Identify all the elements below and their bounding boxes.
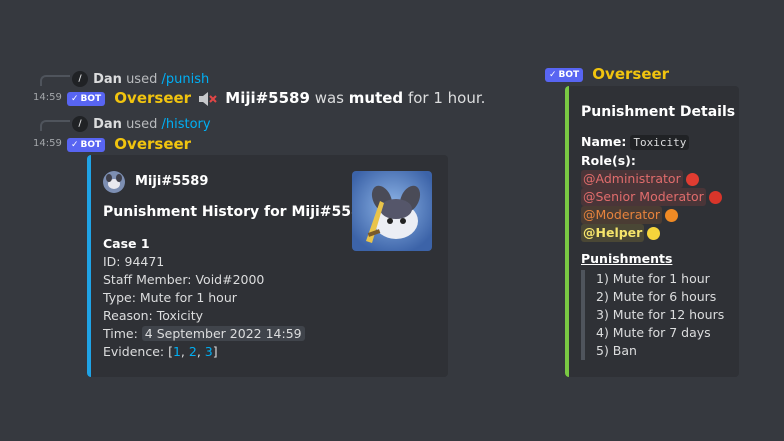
bot-badge: ✓ BOT — [67, 137, 106, 152]
lemon-icon — [647, 227, 661, 240]
reply-used-text: used — [126, 72, 158, 87]
reply-command[interactable]: /history — [161, 117, 210, 132]
case-block: Case 1 ID: 94471 Staff Member: Void#2000… — [103, 235, 305, 361]
check-icon: ✓ — [71, 93, 79, 104]
apple-icon — [708, 191, 722, 204]
role-moderator[interactable]: @Moderator — [581, 206, 724, 224]
author-name[interactable]: Overseer — [592, 65, 669, 83]
list-item: 5) Ban — [596, 343, 637, 358]
case-time-value[interactable]: 4 September 2022 14:59 — [141, 326, 305, 341]
check-icon: ✓ — [71, 139, 79, 150]
embed-author-name[interactable]: Miji#5589 — [135, 174, 208, 189]
role-helper[interactable]: @Helper — [581, 224, 724, 242]
reply-user[interactable]: Dan — [93, 117, 122, 132]
author-name[interactable]: Overseer — [114, 135, 191, 153]
embed-accent-bar — [87, 155, 91, 377]
reply-used-text: used — [126, 117, 158, 132]
reply-command[interactable]: /punish — [161, 72, 209, 87]
mentioned-user[interactable]: Miji#5589 — [225, 89, 310, 107]
list-item: 3) Mute for 12 hours — [596, 307, 725, 322]
name-label: Name: — [581, 134, 627, 149]
reply-connector — [40, 120, 70, 131]
case-title: Case 1 — [103, 236, 150, 251]
evidence-link-2[interactable]: 2 — [189, 344, 197, 359]
message-text-was: was — [314, 89, 344, 107]
message-text-tail: for 1 hour. — [407, 89, 486, 107]
list-item: 2) Mute for 6 hours — [596, 289, 717, 304]
reply-context[interactable]: / Dan used /history — [72, 113, 211, 132]
maple-leaf-icon — [685, 173, 699, 186]
roles-label: Role(s): — [581, 153, 636, 168]
author-avatar[interactable] — [103, 171, 125, 193]
case-time: Time: 4 September 2022 14:59 — [103, 325, 305, 343]
case-reason: Reason: Toxicity — [103, 308, 204, 323]
role-senior-moderator[interactable]: @Senior Moderator — [581, 188, 724, 206]
details-body: Name: Toxicity Role(s): @Administrator @… — [581, 133, 724, 360]
history-embed: Miji#5589 Punishment History for Miji#55… — [87, 155, 448, 377]
message-timestamp[interactable]: 14:59 — [33, 138, 62, 149]
bot-badge: ✓ BOT — [67, 91, 106, 106]
punishment-details-embed: Punishment Details Name: Toxicity Role(s… — [565, 86, 739, 377]
reply-connector — [40, 75, 70, 86]
name-value: Toxicity — [630, 135, 690, 150]
message-text-action: muted — [348, 89, 404, 107]
case-staff: Staff Member: Void#2000 — [103, 272, 265, 287]
case-type: Type: Mute for 1 hour — [103, 290, 237, 305]
evidence-link-1[interactable]: 1 — [173, 344, 181, 359]
punishments-list: 1) Mute for 1 hour 2) Mute for 6 hours 3… — [581, 270, 724, 360]
author-name[interactable]: Overseer — [114, 89, 191, 107]
orange-icon — [665, 209, 679, 222]
punishments-label: Punishments — [581, 251, 673, 266]
case-evidence: Evidence: [1, 2, 3] — [103, 344, 218, 359]
embed-title: Punishment History for Miji#5589 — [103, 204, 371, 220]
embed-accent-bar — [565, 86, 569, 377]
evidence-link-3[interactable]: 3 — [205, 344, 213, 359]
message-timestamp[interactable]: 14:59 — [33, 92, 62, 103]
role-administrator[interactable]: @Administrator — [581, 170, 724, 188]
reply-user[interactable]: Dan — [93, 72, 122, 87]
side-message-header: ✓ BOT Overseer — [545, 64, 669, 83]
case-id: ID: 94471 — [103, 254, 165, 269]
muted-speaker-icon — [198, 91, 218, 107]
embed-thumbnail[interactable] — [352, 171, 432, 251]
slash-command-icon: / — [72, 70, 88, 87]
embed-title: Punishment Details — [581, 104, 736, 120]
list-item: 4) Mute for 7 days — [596, 325, 711, 340]
bot-badge: ✓ BOT — [545, 67, 584, 82]
name-row: Name: Toxicity — [581, 133, 724, 152]
check-icon: ✓ — [549, 69, 557, 80]
slash-command-icon: / — [72, 115, 88, 132]
message-row: ✓ BOT Overseer — [67, 134, 191, 153]
list-item: 1) Mute for 1 hour — [596, 271, 710, 286]
reply-context[interactable]: / Dan used /punish — [72, 68, 209, 87]
message-row: ✓ BOT Overseer Miji#5589 was muted for 1 … — [67, 88, 485, 107]
